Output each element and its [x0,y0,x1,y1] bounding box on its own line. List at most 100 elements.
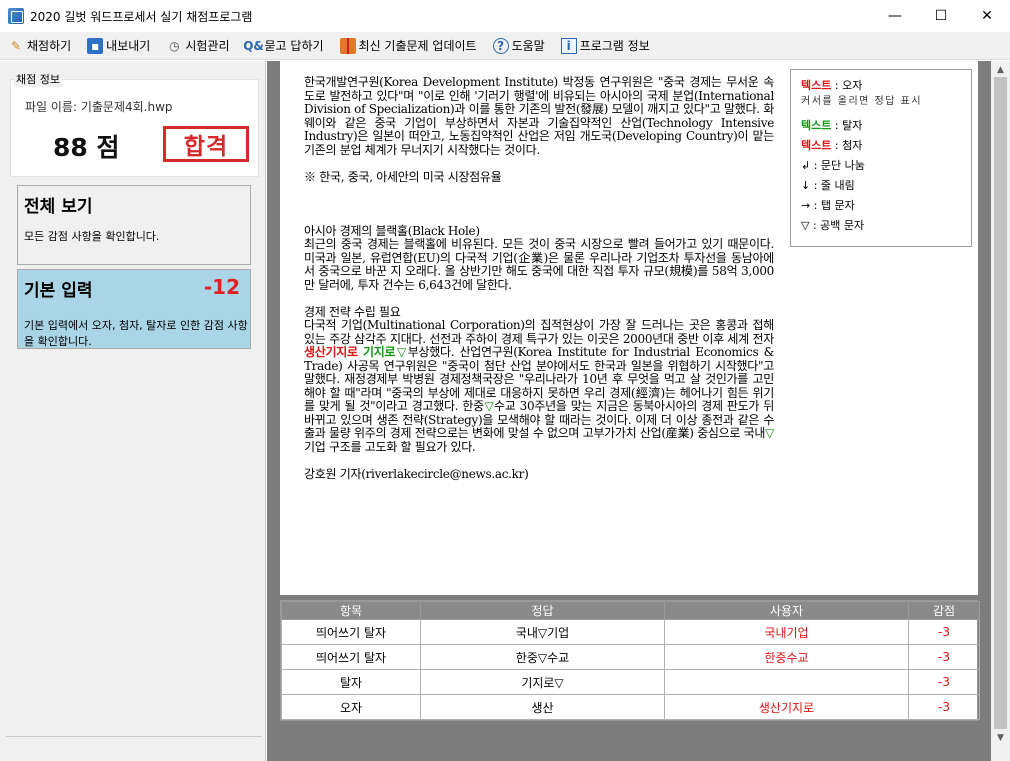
legend-space: ▽ : 공백 문자 [801,219,865,232]
cell-item: 띄어쓰기 탈자 [281,619,421,645]
cell-answer: 국내▽기업 [420,619,665,645]
card-view-all-title: 전체 보기 [24,197,93,217]
help-icon: ? [492,37,509,54]
legend-missing-text: : 탈자 [831,119,863,132]
menu-qa[interactable]: Q& 묻고 답하기 [243,35,326,57]
title-bar: 2020 길벗 워드프로세서 실기 채점프로그램 — ☐ ✕ [0,0,1010,32]
menu-grade-label: 채점하기 [27,39,72,53]
cell-deduct: -3 [908,694,980,720]
app-icon [8,8,24,24]
cell-user: 생산기지로 [664,694,909,720]
cell-answer: 기지로▽ [420,669,665,695]
doc-heading: 경제 전략 수립 필요 [304,304,401,319]
legend-typo-mark: 텍스트 [801,79,832,92]
cell-item: 오자 [281,694,421,720]
clock-icon: ◷ [169,38,180,53]
legend-typo-text: : 오자 [831,79,863,92]
scroll-thumb[interactable] [994,77,1007,729]
cell-item: 탈자 [281,669,421,695]
error-missing-mark[interactable]: ▽ [765,426,774,440]
cell-user [664,669,909,695]
doc-note: ※ 한국, 중국, 아세안의 미국 시장점유율 [304,169,502,184]
save-icon: ▪ [87,37,104,54]
doc-paragraph: 한국개발연구원(Korea Development Institute) 박정동… [304,75,774,157]
table-row[interactable]: 띄어쓰기 탈자 국내▽기업 국내기업 -3 [281,619,980,645]
menu-export[interactable]: ▪ 내보내기 [85,35,152,57]
menu-about-label: 프로그램 정보 [579,39,650,53]
doc-paragraph: 다국적 기업(Multinational Corporation)의 집적현상이… [304,318,774,454]
table-row[interactable]: 띄어쓰기 탈자 한중▽수교 한중수교 -3 [281,644,980,670]
error-missing-mark[interactable]: 기지로▽ [363,345,408,359]
menu-grade[interactable]: ✎ 채점하기 [6,35,73,57]
menu-help[interactable]: ? 도움말 [491,35,547,57]
card-basic-input-title: 기본 입력 [24,281,93,301]
cell-user: 한중수교 [664,644,909,670]
legend-extra-text: : 첨자 [831,139,863,152]
document-text: 한국개발연구원(Korea Development Institute) 박정동… [304,75,774,481]
deduction-table-grid: 항목 정답 사용자 감점 띄어쓰기 탈자 국내▽기업 국내기업 -3 띄어쓰기 … [281,601,980,720]
menu-export-label: 내보내기 [106,39,151,53]
legend-hint: 커서를 올리면 정답 표시 [801,96,923,107]
maximize-button[interactable]: ☐ [918,0,964,32]
minimize-button[interactable]: — [872,0,918,32]
legend-paragraph: ↲ : 문단 나눔 [801,159,865,172]
cell-user: 국내기업 [664,619,909,645]
cell-item: 띄어쓰기 탈자 [281,644,421,670]
col-user[interactable]: 사용자 [664,601,909,620]
menu-exam-manage[interactable]: ◷ 시험관리 [164,35,231,57]
cell-deduct: -3 [908,644,980,670]
legend-typo: 텍스트 : 오자 [801,76,961,96]
doc-signature: 강호원 기자(riverlakecircle@news.ac.kr) [304,466,529,481]
card-view-all[interactable]: 전체 보기 모든 감점 사항을 확인합니다. [17,185,251,265]
menu-qa-label: 묻고 답하기 [264,39,324,53]
deduction-table: 항목 정답 사용자 감점 띄어쓰기 탈자 국내▽기업 국내기업 -3 띄어쓰기 … [280,600,980,721]
left-divider [6,736,262,737]
content-area: 한국개발연구원(Korea Development Institute) 박정동… [267,61,991,761]
score-value: 88 점 [53,133,120,162]
menu-update[interactable]: 최신 기출문제 업데이트 [338,35,479,57]
col-item[interactable]: 항목 [281,601,421,620]
menu-help-label: 도움말 [511,39,545,53]
doc-paragraph: 최근의 중국 경제는 블랙홀에 비유된다. 모든 것이 중국 시장으로 빨려 들… [304,237,774,292]
scroll-up-icon[interactable]: ▲ [991,61,1010,78]
col-deduct[interactable]: 감점 [908,601,980,620]
legend-missing-mark: 텍스트 [801,119,832,132]
card-basic-input-desc: 기본 입력에서 오자, 첨자, 탈자로 인한 감점 사항을 확인합니다. [24,319,248,348]
doc-text: 기업 구조를 고도화 할 필요가 있다. [304,439,476,454]
error-typo-mark[interactable]: 생산기지로 [304,345,358,359]
pass-stamp: 합격 [163,126,249,162]
legend-extra-mark: 텍스트 [801,139,832,152]
table-header: 항목 정답 사용자 감점 [281,601,980,620]
window-controls: — ☐ ✕ [872,0,1010,32]
scroll-down-icon[interactable]: ▼ [991,729,1010,746]
card-basic-input-deduct: -12 [203,275,240,299]
menu-about[interactable]: i 프로그램 정보 [559,35,652,57]
close-button[interactable]: ✕ [964,0,1010,32]
legend-linebreak: ↓ : 줄 내림 [801,179,855,192]
cell-deduct: -3 [908,619,980,645]
score-box: 파일 이름: 기출문제4회.hwp 88 점 합격 [10,79,259,177]
menu-exam-manage-label: 시험관리 [185,39,230,53]
cell-answer: 생산 [420,694,665,720]
table-row[interactable]: 탈자 기지로▽ -3 [281,669,980,695]
card-view-all-desc: 모든 감점 사항을 확인합니다. [24,230,160,243]
info-icon: i [560,37,577,54]
doc-text: 다국적 기업(Multinational Corporation)의 집적현상이… [304,318,774,346]
window-title: 2020 길벗 워드프로세서 실기 채점프로그램 [30,9,253,24]
pencil-icon: ✎ [10,38,22,53]
cell-answer: 한중▽수교 [420,644,665,670]
table-row[interactable]: 오자 생산 생산기지로 -3 [281,694,980,720]
file-name: 파일 이름: 기출문제4회.hwp [25,100,173,114]
vertical-scrollbar[interactable]: ▲ ▼ [991,61,1010,761]
error-missing-mark[interactable]: ▽ [484,399,495,413]
menu-update-label: 최신 기출문제 업데이트 [358,39,477,53]
menu-bar: ✎ 채점하기 ▪ 내보내기 ◷ 시험관리 Q& 묻고 답하기 최신 기출문제 업… [0,32,1010,60]
legend-tab: → : 탭 문자 [801,199,855,212]
legend-extra: 텍스트 : 첨자 [801,136,961,156]
cell-deduct: -3 [908,669,980,695]
legend-missing: 텍스트 : 탈자 [801,116,961,136]
col-answer[interactable]: 정답 [420,601,665,620]
gift-icon [339,37,356,54]
legend-box: 텍스트 : 오자 커서를 올리면 정답 표시 텍스트 : 탈자 텍스트 : 첨자… [790,69,972,247]
card-basic-input[interactable]: 기본 입력 -12 기본 입력에서 오자, 첨자, 탈자로 인한 감점 사항을 … [17,269,251,349]
